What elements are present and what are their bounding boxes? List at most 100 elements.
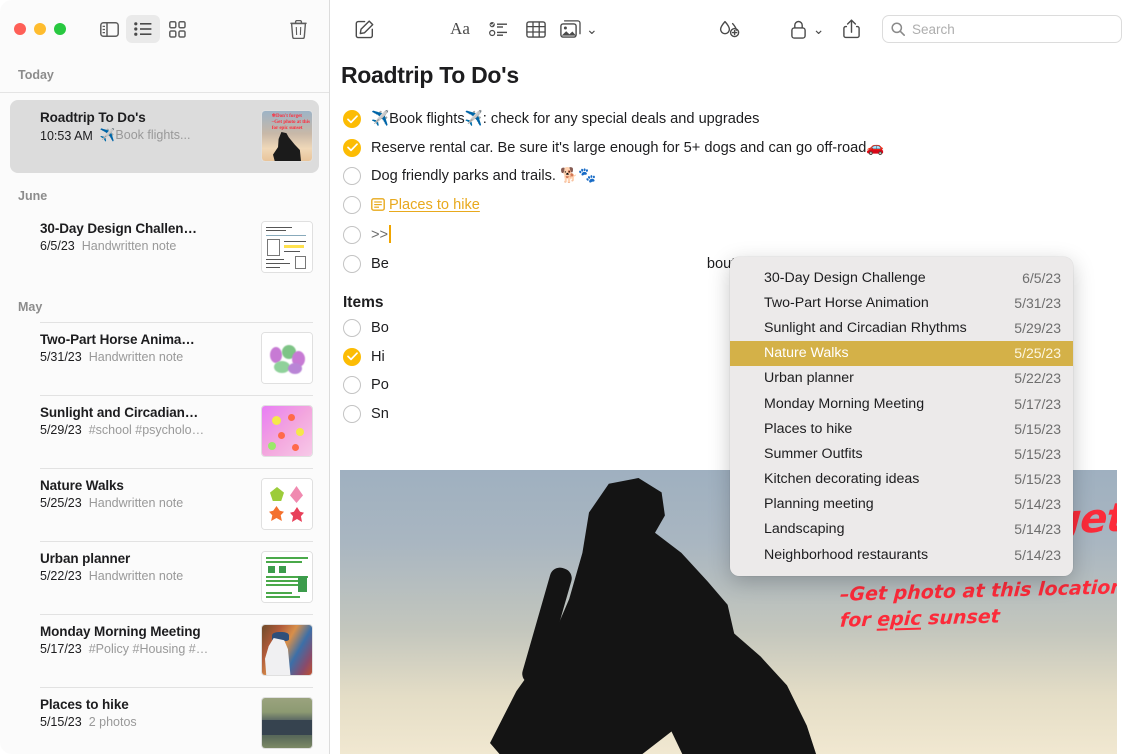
dropdown-row[interactable]: Kitchen decorating ideas 5/15/23 (730, 467, 1073, 492)
dropdown-row-title: Summer Outfits (764, 446, 1002, 462)
share-icon[interactable] (832, 14, 870, 44)
note-thumbnail (261, 551, 313, 603)
media-icon[interactable] (555, 14, 585, 44)
note-list-item-date: 6/5/23 (40, 239, 75, 253)
checkbox-checked[interactable] (343, 348, 361, 366)
list-view-icon[interactable] (126, 15, 160, 43)
checklist-item[interactable]: Dog friendly parks and trails. 🐕🐾 (343, 166, 1144, 186)
checkbox-unchecked[interactable] (343, 376, 361, 394)
note-thumbnail (261, 697, 313, 749)
note-list-item-urban-planner[interactable]: Urban planner 5/22/23 Handwritten note (10, 541, 319, 614)
checklist-item-typing[interactable]: >> (343, 225, 1144, 245)
note-list-item-roadtrip[interactable]: Roadtrip To Do's 10:53 AM ✈️Book flights… (10, 100, 319, 173)
dropdown-row[interactable]: Summer Outfits 5/15/23 (730, 441, 1073, 466)
sidebar-toggle-icon[interactable] (92, 15, 126, 43)
note-list-item-date: 5/15/23 (40, 715, 82, 729)
checkbox-unchecked[interactable] (343, 226, 361, 244)
dropdown-row[interactable]: Two-Part Horse Animation 5/31/23 (730, 290, 1073, 315)
dropdown-row[interactable]: Planning meeting 5/14/23 (730, 492, 1073, 517)
text-caret (389, 225, 391, 243)
checklist-item-text: >> (371, 225, 1144, 245)
dropdown-row[interactable]: 30-Day Design Challenge 6/5/23 (730, 265, 1073, 290)
checkbox-unchecked[interactable] (343, 405, 361, 423)
note-list-item-sunlight[interactable]: Sunlight and Circadian… 5/29/23 #school … (10, 395, 319, 468)
checkbox-checked[interactable] (343, 139, 361, 157)
dropdown-row-date: 5/15/23 (1014, 471, 1061, 487)
ink-subtext: –Get photo at this location for epic sun… (840, 580, 1117, 628)
add-link-icon[interactable] (710, 14, 748, 44)
main-toolbar: Aa (331, 0, 1144, 58)
list-separator (40, 614, 313, 615)
note-list-item-monday-meeting[interactable]: Monday Morning Meeting 5/17/23 #Policy #… (10, 614, 319, 687)
thumbnail-design-image (262, 222, 312, 272)
note-list-item-preview: Handwritten note (82, 239, 177, 253)
thumbnail-meeting-image (262, 625, 312, 675)
dropdown-row[interactable]: Neighborhood restaurants 5/14/23 (730, 542, 1073, 567)
note-list-item-title: Places to hike (40, 697, 253, 712)
table-icon[interactable] (517, 14, 555, 44)
dropdown-row[interactable]: Urban planner 5/22/23 (730, 366, 1073, 391)
note-link-dropdown[interactable]: 30-Day Design Challenge 6/5/23 Two-Part … (730, 257, 1073, 576)
dropdown-row-date: 5/15/23 (1014, 421, 1061, 437)
note-thumbnail (261, 221, 313, 273)
dropdown-row[interactable]: Places to hike 5/15/23 (730, 416, 1073, 441)
gallery-view-icon[interactable] (160, 15, 194, 43)
note-checklist[interactable]: ✈️Book flights✈️: check for any special … (331, 89, 1144, 274)
note-thumbnail (261, 478, 313, 530)
group-label-june: June (0, 173, 329, 211)
note-list-item-preview: ✈️Book flights... (100, 128, 191, 143)
search-input[interactable]: Search (882, 15, 1122, 43)
group-label-may: May (0, 284, 329, 322)
dropdown-row-date: 5/17/23 (1014, 396, 1061, 412)
minimize-button[interactable] (34, 23, 46, 35)
checklist-item-text: Dog friendly parks and trails. 🐕🐾 (371, 166, 1144, 186)
dropdown-row-date: 5/15/23 (1014, 446, 1061, 462)
checklist-icon[interactable] (479, 14, 517, 44)
lock-icon[interactable] (786, 14, 812, 44)
checklist-item[interactable]: Reserve rental car. Be sure it's large e… (343, 138, 1144, 158)
note-list-item-places-to-hike[interactable]: Places to hike 5/15/23 2 photos (10, 687, 319, 754)
format-text-icon[interactable]: Aa (441, 14, 479, 44)
checklist-item-note-link[interactable]: Places to hike (343, 195, 1144, 217)
checkbox-unchecked[interactable] (343, 196, 361, 214)
thumbnail-urban-image (262, 552, 312, 602)
ink-line-1: –Get photo at this location (839, 576, 1117, 605)
ink-line-2: for epic sunset (839, 602, 1117, 631)
thumbnail-nature-image (262, 479, 312, 529)
note-list-item-horse-animation[interactable]: Two-Part Horse Anima… 5/31/23 Handwritte… (10, 322, 319, 395)
dropdown-row-selected[interactable]: Nature Walks 5/25/23 (730, 341, 1073, 366)
note-list-item-preview: Handwritten note (89, 569, 184, 583)
note-link-label[interactable]: Places to hike (389, 197, 480, 213)
checkbox-unchecked[interactable] (343, 319, 361, 337)
dropdown-row-title: Neighborhood restaurants (764, 547, 1002, 563)
note-list-item-preview: #Policy #Housing #… (89, 642, 209, 656)
dropdown-row[interactable]: Sunlight and Circadian Rhythms 5/29/23 (730, 315, 1073, 340)
sidebar-toolbar (0, 0, 329, 58)
checkbox-checked[interactable] (343, 110, 361, 128)
dropdown-row[interactable]: Monday Morning Meeting 5/17/23 (730, 391, 1073, 416)
list-separator (40, 395, 313, 396)
delete-icon[interactable] (281, 15, 315, 43)
close-button[interactable] (14, 23, 26, 35)
checklist-item-text: ✈️Book flights✈️: check for any special … (371, 109, 1144, 129)
note-list-item-meta: 5/25/23 Handwritten note (40, 496, 253, 510)
compose-note-icon[interactable] (345, 14, 383, 44)
note-list-item-title: Roadtrip To Do's (40, 110, 253, 125)
note-list-item-preview: 2 photos (89, 715, 137, 729)
dropdown-row-title: Sunlight and Circadian Rhythms (764, 320, 1002, 336)
checkbox-unchecked[interactable] (343, 167, 361, 185)
checklist-item[interactable]: ✈️Book flights✈️: check for any special … (343, 109, 1144, 129)
dropdown-row[interactable]: Landscaping 5/14/23 (730, 517, 1073, 542)
checkbox-unchecked[interactable] (343, 255, 361, 273)
dropdown-row-date: 6/5/23 (1022, 270, 1061, 286)
media-chevron-down-icon[interactable]: ⌄ (586, 21, 598, 38)
list-separator (40, 468, 313, 469)
zoom-button[interactable] (54, 23, 66, 35)
dropdown-row-title: Kitchen decorating ideas (764, 471, 1002, 487)
note-list-item-design-challenge[interactable]: 30-Day Design Challen… 6/5/23 Handwritte… (10, 211, 319, 284)
notes-list[interactable]: Roadtrip To Do's 10:53 AM ✈️Book flights… (0, 100, 329, 754)
note-list-item-date: 5/17/23 (40, 642, 82, 656)
thumbnail-horse-image (262, 333, 312, 383)
lock-chevron-down-icon[interactable]: ⌄ (813, 21, 825, 38)
note-list-item-nature-walks[interactable]: Nature Walks 5/25/23 Handwritten note (10, 468, 319, 541)
